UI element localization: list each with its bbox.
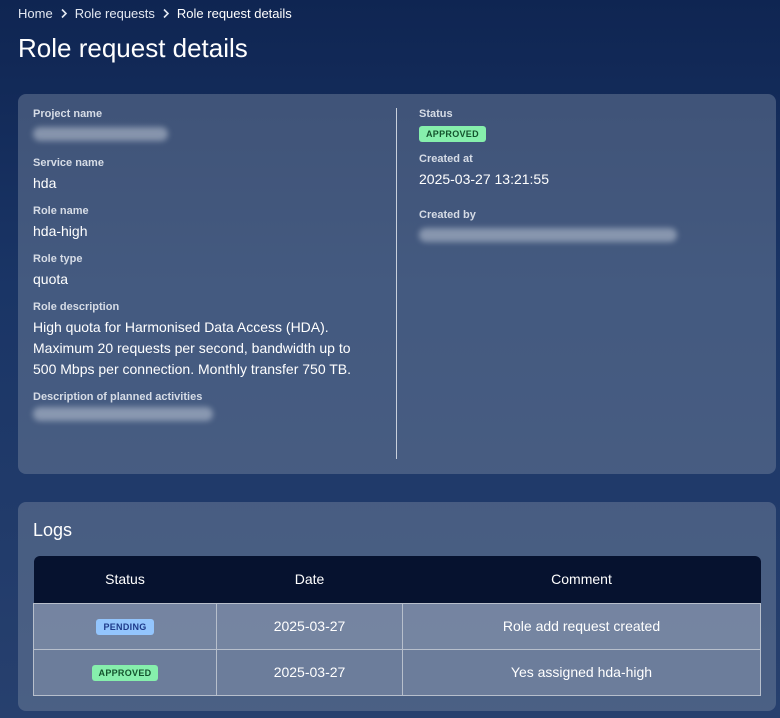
logs-table-header-row: Status Date Comment [33,556,761,603]
role-description-field: Role description High quota for Harmonis… [33,301,388,380]
role-type-field: Role type quota [33,253,388,290]
role-type-label: Role type [33,253,83,265]
logs-card: Logs Status Date Comment PENDING 2025-03… [18,502,776,711]
table-row: APPROVED 2025-03-27 Yes assigned hda-hig… [33,648,761,696]
created-at-label: Created at [419,153,473,165]
details-right-column: Status APPROVED Created at 2025-03-27 13… [419,108,759,258]
column-header-status[interactable]: Status [33,556,217,603]
status-badge: APPROVED [91,665,159,681]
log-status-cell: PENDING [33,602,217,650]
planned-activities-value-redacted [33,403,388,426]
column-header-comment[interactable]: Comment [402,556,761,603]
role-name-value: hda-high [33,223,88,239]
role-name-field: Role name hda-high [33,205,388,242]
log-date-cell: 2025-03-27 [216,602,403,650]
service-name-label: Service name [33,157,104,169]
planned-activities-field: Description of planned activities [33,391,388,426]
service-name-value: hda [33,175,57,191]
status-field: Status APPROVED [419,108,759,142]
log-comment-cell: Yes assigned hda-high [402,648,761,696]
breadcrumb-home-link[interactable]: Home [18,6,53,21]
logs-title: Logs [33,520,73,540]
breadcrumb: Home Role requests Role request details [18,6,292,21]
chevron-right-icon [162,8,170,19]
breadcrumb-current: Role request details [176,6,292,21]
service-name-field: Service name hda [33,157,388,194]
chevron-right-icon [60,8,68,19]
status-label: Status [419,108,453,120]
created-at-value: 2025-03-27 13:21:55 [419,171,549,187]
table-row: PENDING 2025-03-27 Role add request crea… [33,602,761,650]
planned-activities-label: Description of planned activities [33,391,203,403]
created-by-field: Created by [419,209,759,247]
project-name-label: Project name [33,108,103,120]
created-by-label: Created by [419,209,476,221]
log-comment-cell: Role add request created [402,602,761,650]
role-type-value: quota [33,271,69,287]
status-badge: PENDING [96,619,154,635]
breadcrumb-role-requests-link[interactable]: Role requests [75,6,155,21]
logs-table: Status Date Comment PENDING 2025-03-27 R… [33,556,761,696]
created-by-value-redacted [419,221,759,247]
role-request-details-card: Project name Service name hda Role name … [18,94,776,474]
role-description-value: High quota for Harmonised Data Access (H… [33,319,352,377]
column-divider [396,108,397,459]
role-description-label: Role description [33,301,120,313]
role-name-label: Role name [33,205,89,217]
created-at-field: Created at 2025-03-27 13:21:55 [419,153,759,190]
project-name-value-redacted [33,120,388,146]
column-header-date[interactable]: Date [216,556,403,603]
page-title: Role request details [18,33,248,63]
log-status-cell: APPROVED [33,648,217,696]
project-name-field: Project name [33,108,388,146]
details-left-column: Project name Service name hda Role name … [33,108,388,437]
log-date-cell: 2025-03-27 [216,648,403,696]
status-badge: APPROVED [419,126,486,142]
